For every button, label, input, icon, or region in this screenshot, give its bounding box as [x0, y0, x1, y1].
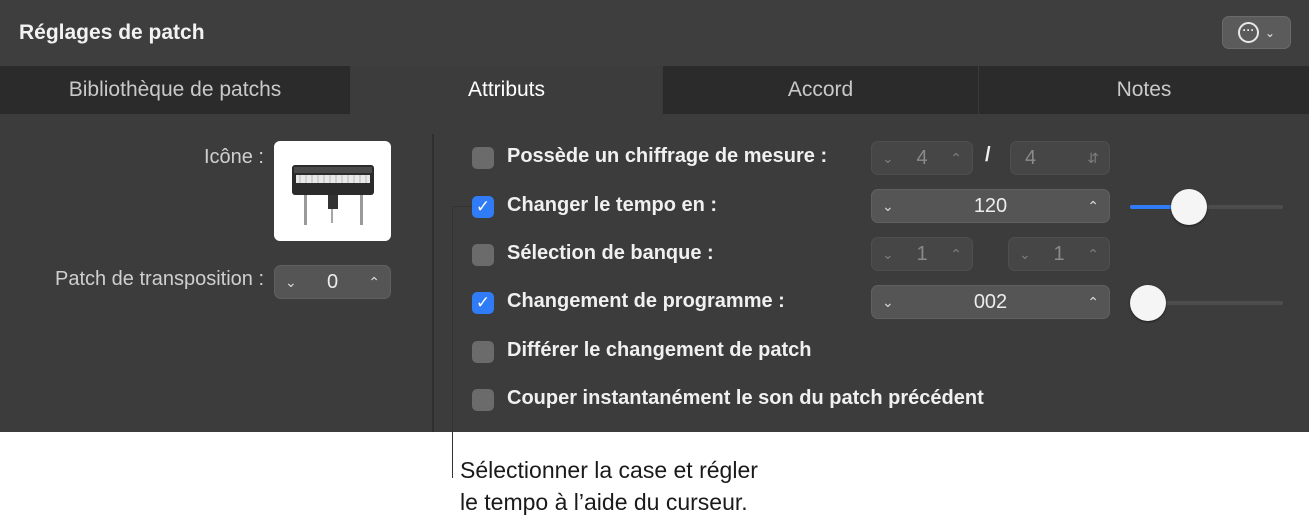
chevron-up-icon[interactable]: ⌃ — [368, 274, 380, 291]
program-change-label: Changement de programme : — [507, 290, 785, 312]
callout-line-1: Sélectionner la case et régler — [460, 457, 758, 483]
chevron-up-icon[interactable]: ⌃ — [1087, 198, 1099, 215]
tempo-slider-knob[interactable] — [1170, 189, 1207, 225]
tempo-label: Changer le tempo en : — [507, 194, 718, 216]
callout-leader-tick — [452, 206, 472, 207]
icon-label: Icône : — [203, 146, 264, 168]
action-menu-button[interactable]: ··· ⌄ — [1222, 16, 1291, 49]
electric-piano-icon — [292, 165, 374, 225]
time-signature-numerator-stepper[interactable]: ⌄ 4 ⌃ — [871, 141, 973, 175]
chevron-up-icon[interactable]: ⌃ — [950, 150, 962, 167]
chevron-up-icon[interactable]: ⌃ — [1087, 294, 1099, 311]
bank-select-label: Sélection de banque : — [507, 242, 714, 264]
tempo-checkbox[interactable]: ✓ — [472, 196, 494, 218]
tab-bar: Bibliothèque de patchs Attributs Accord … — [0, 66, 1309, 114]
bank-lsb-value: 1 — [1053, 242, 1065, 265]
tab-attributes[interactable]: Attributs — [351, 66, 663, 114]
time-signature-separator: / — [985, 144, 991, 166]
bank-lsb-stepper[interactable]: ⌄ 1 ⌃ — [1008, 237, 1110, 271]
chevron-down-icon[interactable]: ⌄ — [882, 198, 894, 215]
mute-previous-patch-checkbox[interactable] — [472, 389, 494, 411]
callout-text: Sélectionner la case et régler le tempo … — [460, 454, 758, 518]
callout-leader-line — [452, 206, 453, 478]
callout-line-2: le tempo à l’aide du curseur. — [460, 489, 748, 515]
column-divider — [432, 134, 434, 432]
tab-chord[interactable]: Accord — [663, 66, 979, 114]
patch-settings-panel: Réglages de patch ··· ⌄ Bibliothèque de … — [0, 0, 1309, 432]
program-change-checkbox[interactable]: ✓ — [472, 292, 494, 314]
ellipsis-circle-icon: ··· — [1237, 22, 1259, 43]
chevron-up-icon[interactable]: ⌃ — [1087, 246, 1099, 263]
tab-notes[interactable]: Notes — [979, 66, 1309, 114]
up-down-chevron-icon: ⇵ — [1087, 149, 1099, 166]
chevron-down-icon[interactable]: ⌄ — [285, 274, 297, 291]
transpose-value: 0 — [326, 270, 339, 293]
defer-patch-change-label: Différer le changement de patch — [507, 339, 812, 361]
denominator-value: 4 — [1025, 146, 1037, 169]
transpose-stepper[interactable]: ⌄ 0 ⌃ — [274, 265, 391, 299]
program-change-stepper[interactable]: ⌄ 002 ⌃ — [871, 285, 1110, 319]
tempo-value: 120 — [973, 194, 1008, 217]
mute-previous-patch-label: Couper instantanément le son du patch pr… — [507, 387, 984, 409]
time-signature-label: Possède un chiffrage de mesure : — [507, 145, 828, 167]
tempo-stepper[interactable]: ⌄ 120 ⌃ — [871, 189, 1110, 223]
patch-icon-well[interactable] — [274, 141, 391, 241]
bank-msb-value: 1 — [916, 242, 928, 265]
chevron-down-icon[interactable]: ⌄ — [1019, 246, 1031, 263]
chevron-up-icon[interactable]: ⌃ — [950, 246, 962, 263]
chevron-down-icon[interactable]: ⌄ — [882, 150, 894, 167]
chevron-down-icon[interactable]: ⌄ — [882, 246, 894, 263]
bank-msb-stepper[interactable]: ⌄ 1 ⌃ — [871, 237, 973, 271]
panel-header: Réglages de patch ··· ⌄ — [0, 0, 1309, 66]
program-change-value: 002 — [973, 290, 1008, 313]
chevron-down-icon[interactable]: ⌄ — [882, 294, 894, 311]
time-signature-denominator-popup[interactable]: 4 ⇵ — [1010, 141, 1110, 175]
chevron-down-icon: ⌄ — [1264, 25, 1276, 40]
tab-patch-library[interactable]: Bibliothèque de patchs — [0, 66, 351, 114]
panel-title: Réglages de patch — [19, 21, 205, 44]
bank-select-checkbox[interactable] — [472, 244, 494, 266]
transpose-label: Patch de transposition : — [54, 268, 264, 290]
program-slider-knob[interactable] — [1130, 285, 1166, 321]
time-signature-checkbox[interactable] — [472, 147, 494, 169]
numerator-value: 4 — [916, 146, 928, 169]
defer-patch-change-checkbox[interactable] — [472, 341, 494, 363]
